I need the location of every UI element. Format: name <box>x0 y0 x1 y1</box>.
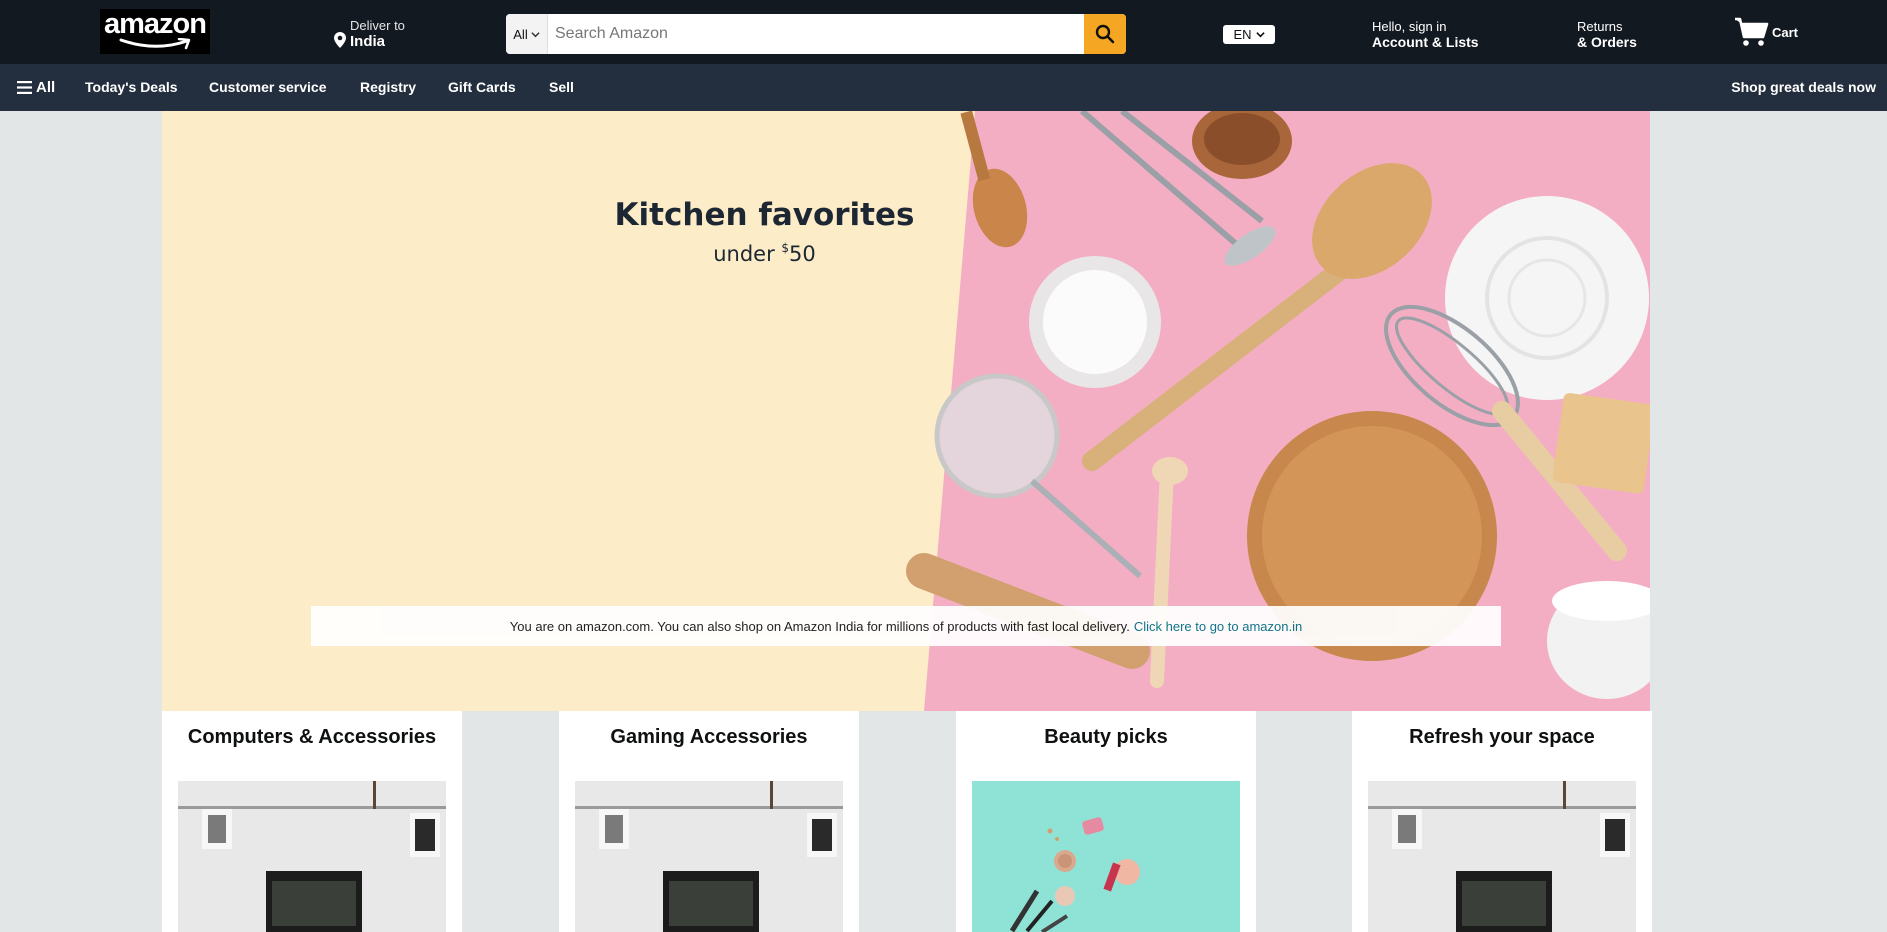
search-bar: All <box>506 14 1126 54</box>
cart-button[interactable]: Cart <box>1734 16 1798 48</box>
top-bar: amazon Deliver to India All EN <box>0 0 1887 64</box>
returns-label: Returns <box>1577 19 1623 34</box>
amazon-in-link[interactable]: Click here to go to amazon.in <box>1134 619 1302 634</box>
hamburger-menu-icon <box>17 81 32 94</box>
amazon-logo[interactable]: amazon <box>100 9 210 54</box>
hero-title: Kitchen favorites <box>614 197 915 233</box>
card-title: Refresh your space <box>1409 726 1595 748</box>
deliver-location: India <box>350 33 386 50</box>
nav-customer-service[interactable]: Customer service <box>209 79 327 95</box>
hero-currency: $ <box>781 241 790 255</box>
hero-subtitle: under $50 <box>572 241 957 266</box>
hero-amount: 50 <box>789 242 816 266</box>
account-lists[interactable]: Hello, sign in Account & Lists <box>1372 19 1479 50</box>
account-label: Account & Lists <box>1372 34 1479 50</box>
search-category-select[interactable]: All <box>506 14 548 54</box>
chevron-down-icon <box>1255 32 1265 38</box>
nav-bar: All Today's Deals Customer service Regis… <box>0 64 1887 111</box>
location-pin-icon <box>334 32 346 48</box>
card-title: Computers & Accessories <box>187 726 437 748</box>
desk-setup-image[interactable] <box>575 781 843 932</box>
card-title: Gaming Accessories <box>610 726 808 748</box>
logo-text: amazon <box>104 7 207 40</box>
cart-label: Cart <box>1772 25 1799 40</box>
nav-gift-cards[interactable]: Gift Cards <box>448 79 516 95</box>
all-menu-button[interactable]: All <box>17 79 55 96</box>
search-input[interactable] <box>548 14 1084 54</box>
cart-icon <box>1735 17 1769 46</box>
search-category-label: All <box>513 26 528 42</box>
makeup-flatlay-image[interactable] <box>972 781 1240 932</box>
nav-todays-deals[interactable]: Today's Deals <box>85 79 178 95</box>
nav-sell[interactable]: Sell <box>549 79 574 95</box>
search-icon <box>1095 24 1115 44</box>
returns-orders[interactable]: Returns & Orders <box>1577 19 1637 50</box>
smile-arrow-icon <box>119 37 191 49</box>
language-select[interactable]: EN <box>1223 25 1275 44</box>
deliver-label: Deliver to <box>350 18 405 33</box>
search-button[interactable] <box>1084 14 1126 54</box>
desk-setup-image[interactable] <box>178 781 446 932</box>
card-refresh-your-space[interactable]: Refresh your space <box>1352 711 1652 932</box>
language-label: EN <box>1233 27 1252 42</box>
nav-registry[interactable]: Registry <box>360 79 416 95</box>
hero-subtitle-prefix: under <box>713 242 782 266</box>
card-title: Beauty picks <box>1044 726 1168 748</box>
card-computers-accessories[interactable]: Computers & Accessories <box>162 711 462 932</box>
all-menu-label: All <box>36 79 56 96</box>
card-beauty-picks[interactable]: Beauty picks <box>956 711 1256 932</box>
nav-shop-deals[interactable]: Shop great deals now <box>1731 79 1876 95</box>
desk-setup-image[interactable] <box>1368 781 1636 932</box>
account-greeting: Hello, sign in <box>1372 19 1447 34</box>
india-notice: You are on amazon.com. You can also shop… <box>311 606 1501 646</box>
notice-text: You are on amazon.com. You can also shop… <box>509 618 1130 634</box>
orders-label: & Orders <box>1577 34 1637 50</box>
card-gaming-accessories[interactable]: Gaming Accessories <box>559 711 859 932</box>
chevron-down-icon <box>531 31 540 37</box>
